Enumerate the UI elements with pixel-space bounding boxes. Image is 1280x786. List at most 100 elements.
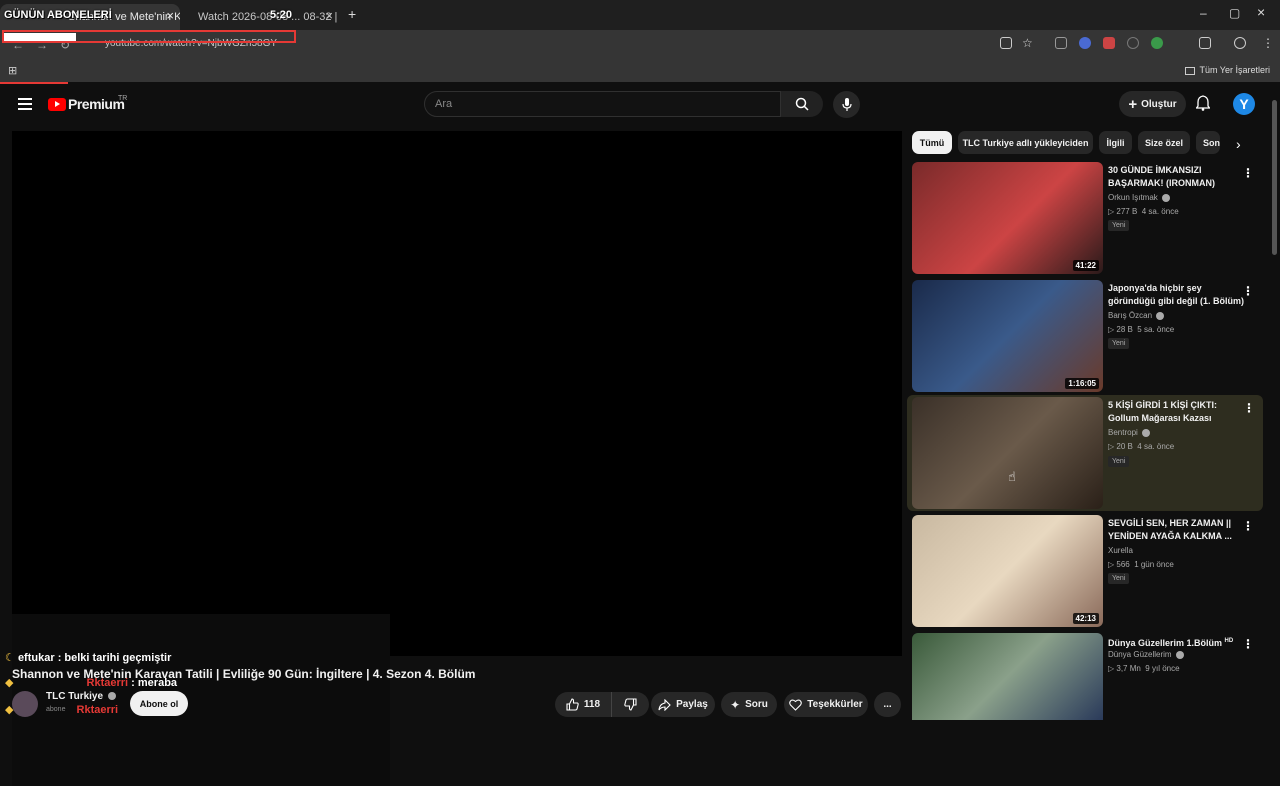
recommendation-title[interactable]: SEVGİLİ SEN, HER ZAMAN || YENİDEN AYAĞA … xyxy=(1108,517,1248,543)
recommendation-channel[interactable]: Dünya Güzellerim xyxy=(1108,650,1184,659)
moon-icon: ☾ xyxy=(5,652,15,664)
chat-message: ◆ Rktaerri : meraba xyxy=(5,676,177,689)
thanks-button[interactable]: Teşekkürler xyxy=(784,692,868,717)
hd-badge: HD xyxy=(1224,638,1234,644)
overlay-time: 5:20 xyxy=(270,9,293,21)
verified-icon xyxy=(107,692,116,701)
video-thumbnail[interactable]: 1:16:05 xyxy=(912,280,1103,392)
more-vert-icon[interactable]: ⋮ xyxy=(1243,401,1255,415)
video-thumbnail[interactable]: 42:13 xyxy=(912,515,1103,627)
more-actions-button[interactable]: ... xyxy=(874,692,901,717)
video-player[interactable] xyxy=(12,131,902,786)
minimize-button[interactable]: – xyxy=(1200,6,1207,20)
extension-icon[interactable] xyxy=(1151,37,1163,49)
dislike-button[interactable] xyxy=(611,692,649,717)
bookmarks-bar: ⊞ Tüm Yer İşaretleri xyxy=(0,58,1280,82)
extension-icon[interactable] xyxy=(1103,37,1115,49)
extension-icon[interactable] xyxy=(1055,37,1067,49)
new-badge: Yeni xyxy=(1108,220,1130,231)
puzzle-icon[interactable] xyxy=(1199,37,1211,49)
thanks-label: Teşekkürler xyxy=(807,699,863,710)
close-tab-icon[interactable]: × xyxy=(325,8,333,23)
apps-icon[interactable]: ⊞ xyxy=(8,64,17,77)
maximize-button[interactable]: ▢ xyxy=(1229,6,1240,20)
browser-tab[interactable]: Watch 2026-08-08 ... 08-32 | S × xyxy=(184,4,339,30)
verified-icon xyxy=(1162,193,1171,202)
more-vert-icon[interactable]: ⋮ xyxy=(1242,166,1254,180)
share-icon xyxy=(658,698,671,711)
video-thumbnail[interactable] xyxy=(912,633,1103,720)
channel-name[interactable]: TLC Turkiye xyxy=(46,691,116,702)
recommendation-item[interactable]: Dünya Güzellerim 1.Bölüm HD Dünya Güzell… xyxy=(912,633,1262,720)
share-button[interactable]: Paylaş xyxy=(651,692,715,717)
recommendation-title[interactable]: 5 KİŞİ GİRDİ 1 KİŞİ ÇIKTI: Gollum Mağara… xyxy=(1108,399,1248,425)
like-count: 118 xyxy=(583,699,601,710)
cursor-icon: ☝ xyxy=(1008,469,1016,484)
recommendation-title[interactable]: Japonya'da hiçbir şey göründüğü gibi değ… xyxy=(1108,282,1248,308)
youtube-logo[interactable]: Premium TR xyxy=(48,95,127,112)
recommendation-item[interactable]: 1:16:05 Japonya'da hiçbir şey göründüğü … xyxy=(912,280,1262,392)
view-count: ▷ 277 B xyxy=(1108,207,1138,216)
close-window-button[interactable]: × xyxy=(1257,4,1265,20)
install-icon[interactable] xyxy=(1000,37,1012,49)
extension-icon[interactable] xyxy=(1079,37,1091,49)
highlight-box xyxy=(2,30,296,43)
chip-recent[interactable]: Son xyxy=(1196,131,1220,154)
recommendation-meta: ▷ 566 1 gün önce xyxy=(1108,560,1174,569)
recommendation-meta: ▷ 28 B 5 sa. önce xyxy=(1108,325,1174,334)
browser-menu-icon[interactable]: ⋮ xyxy=(1262,36,1274,50)
recommendation-title[interactable]: Dünya Güzellerim 1.Bölüm HD xyxy=(1108,635,1248,650)
chat-text: : meraba xyxy=(131,677,178,689)
loading-bar xyxy=(0,82,68,84)
recommendation-channel[interactable]: Xurella xyxy=(1108,546,1133,555)
video-thumbnail[interactable]: ☝ xyxy=(912,397,1103,509)
duration-badge: 42:13 xyxy=(1072,613,1099,624)
chip-related[interactable]: İlgili xyxy=(1099,131,1132,154)
plus-icon: + xyxy=(1128,95,1138,113)
recommendation-channel[interactable]: Orkun Işıtmak xyxy=(1108,193,1171,202)
profile-icon[interactable] xyxy=(1234,37,1246,49)
share-label: Paylaş xyxy=(676,699,708,710)
search-button[interactable] xyxy=(781,91,823,117)
recommendation-item[interactable]: 41:22 30 GÜNDE İMKANSIZI BAŞARMAK! (IRON… xyxy=(912,162,1262,274)
microphone-icon xyxy=(841,97,852,111)
ask-button[interactable]: ✦ Soru xyxy=(721,692,777,717)
recommendation-channel[interactable]: Barış Özcan xyxy=(1108,311,1165,320)
close-tab-icon[interactable]: × xyxy=(166,8,174,23)
chip-for-you[interactable]: Size özel xyxy=(1138,131,1190,154)
more-vert-icon[interactable]: ⋮ xyxy=(1242,637,1254,651)
chip-all[interactable]: Tümü xyxy=(912,131,952,154)
more-vert-icon[interactable]: ⋮ xyxy=(1242,284,1254,298)
folder-icon xyxy=(1185,66,1196,75)
recommendation-meta: ▷ 20 B 4 sa. önce xyxy=(1108,442,1174,451)
recommendation-channel[interactable]: Bentropi xyxy=(1108,428,1151,437)
chat-text: : belki tarihi geçmiştir xyxy=(57,652,172,664)
video-thumbnail[interactable]: 41:22 xyxy=(912,162,1103,274)
like-button[interactable]: 118 xyxy=(555,692,611,717)
duration-badge: 41:22 xyxy=(1072,260,1099,271)
youtube-play-icon xyxy=(48,97,66,111)
new-tab-button[interactable]: + xyxy=(348,6,356,22)
overlay-title: GÜNÜN ABONELERİ xyxy=(4,9,112,21)
extension-icon[interactable] xyxy=(1127,37,1139,49)
avatar[interactable]: Y xyxy=(1233,93,1255,115)
create-button[interactable]: + Oluştur xyxy=(1119,91,1186,117)
hamburger-menu-icon[interactable] xyxy=(18,98,32,110)
recommendation-title[interactable]: 30 GÜNDE İMKANSIZI BAŞARMAK! (IRONMAN) xyxy=(1108,164,1248,190)
more-vert-icon[interactable]: ⋮ xyxy=(1242,519,1254,533)
search-input[interactable]: Ara xyxy=(424,91,781,117)
chip-uploader[interactable]: TLC Turkiye adlı yükleyiciden xyxy=(958,131,1093,154)
recommendation-item[interactable]: 42:13 SEVGİLİ SEN, HER ZAMAN || YENİDEN … xyxy=(912,515,1262,627)
chat-message: ◆ Rktaerri xyxy=(5,703,118,716)
recommendation-item[interactable]: ☝ 5 KİŞİ GİRDİ 1 KİŞİ ÇIKTI: Gollum Mağa… xyxy=(907,395,1263,511)
notifications-bell-icon[interactable] xyxy=(1195,95,1211,116)
all-bookmarks-link[interactable]: Tüm Yer İşaretleri xyxy=(1185,65,1270,75)
view-count: ▷ 20 B xyxy=(1108,442,1133,451)
all-bookmarks-label: Tüm Yer İşaretleri xyxy=(1199,65,1270,75)
scrollbar[interactable] xyxy=(1272,100,1277,255)
voice-search-button[interactable] xyxy=(833,91,860,118)
upload-age: 4 sa. önce xyxy=(1137,442,1175,451)
chevron-right-icon[interactable]: › xyxy=(1236,136,1241,152)
star-icon[interactable]: ☆ xyxy=(1022,36,1033,50)
subscribe-button[interactable]: Abone ol xyxy=(130,691,188,716)
